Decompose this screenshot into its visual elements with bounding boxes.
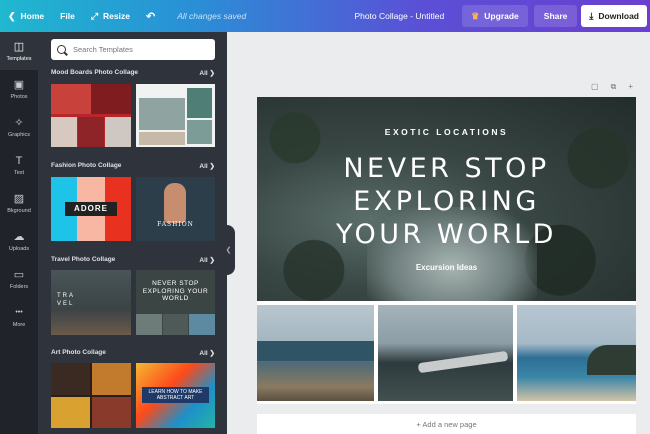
page-notes-icon[interactable]: ▢ — [591, 82, 599, 92]
rail-item-graphics[interactable]: ✧ Graphics — [0, 108, 38, 146]
resize-button[interactable]: ⤢ Resize — [83, 0, 138, 32]
thumb-text-never-stop: NEVER STOP EXPLORING YOUR WORLD — [142, 280, 209, 302]
template-thumb-travel-2[interactable]: NEVER STOP EXPLORING YOUR WORLD — [136, 270, 215, 335]
document-title[interactable]: Photo Collage - Untitled — [346, 0, 452, 32]
thumb-text-travel: TRA VEL — [57, 293, 75, 307]
upgrade-label: Upgrade — [484, 11, 519, 21]
template-thumb-art-1[interactable] — [51, 363, 131, 428]
template-thumb-fashion-1[interactable]: ADORE — [51, 177, 131, 241]
page-actions: ▢ ⧉ + — [591, 82, 633, 92]
hero-footer-text[interactable]: Excursion Ideas — [257, 263, 636, 272]
thumb-text-fashion: FASHION — [157, 221, 194, 228]
rail-label: Templates — [6, 55, 32, 62]
search-input[interactable] — [73, 45, 203, 54]
rail-item-templates[interactable]: ◫ Templates — [0, 32, 38, 70]
rail-label: Uploads — [8, 245, 30, 252]
rail-label: Folders — [9, 283, 29, 290]
hero-title[interactable]: NEVER STOP EXPLORING YOUR WORLD — [257, 152, 636, 251]
template-thumb-mood-2[interactable] — [136, 84, 215, 147]
section-all-link[interactable]: All ❯ — [199, 69, 215, 77]
template-thumb-travel-1[interactable]: TRA VEL — [51, 270, 131, 335]
section-all-link[interactable]: All ❯ — [199, 256, 215, 264]
rail-item-uploads[interactable]: ☁ Uploads — [0, 222, 38, 260]
hero-title-line: NEVER STOP — [343, 153, 550, 184]
template-thumb-mood-1[interactable] — [51, 84, 131, 147]
rail-item-folders[interactable]: ▭ Folders — [0, 260, 38, 298]
resize-icon: ⤢ — [90, 10, 99, 21]
rail-label: Graphics — [7, 131, 30, 138]
chevron-left-icon: ❮ — [225, 247, 232, 254]
resize-label: Resize — [103, 11, 130, 21]
thumb-text-adore: ADORE — [65, 202, 117, 216]
rail-item-photos[interactable]: ▣ Photos — [0, 70, 38, 108]
background-icon: ▨ — [13, 192, 25, 205]
section-title: Fashion Photo Collage — [51, 162, 122, 169]
folders-icon: ▭ — [13, 268, 25, 281]
rail-label: Text — [13, 169, 25, 176]
section-all-link[interactable]: All ❯ — [199, 162, 215, 170]
templates-icon: ◫ — [13, 40, 25, 53]
save-status: All changes saved — [177, 11, 247, 21]
section-title: Mood Boards Photo Collage — [51, 69, 139, 76]
share-button[interactable]: Share — [533, 5, 578, 27]
hero-title-line: YOUR WORLD — [336, 219, 557, 250]
crown-icon: ♛ — [471, 10, 480, 21]
section-title: Travel Photo Collage — [51, 256, 116, 263]
download-button[interactable]: ⤓ Download — [581, 5, 647, 27]
hero-photo[interactable]: EXOTIC LOCATIONS NEVER STOP EXPLORING YO… — [257, 97, 636, 301]
rail-item-more[interactable]: ••• More — [0, 298, 38, 336]
duplicate-page-icon[interactable]: ⧉ — [611, 82, 617, 92]
template-thumb-art-2[interactable]: LEARN HOW TO MAKE ABSTRACT ART — [136, 363, 215, 428]
section-header-art: Art Photo Collage All ❯ — [51, 349, 215, 357]
file-menu[interactable]: File — [52, 0, 83, 32]
photo-road[interactable] — [378, 305, 513, 401]
section-header-travel: Travel Photo Collage All ❯ — [51, 256, 215, 264]
search-box[interactable] — [51, 39, 215, 60]
hero-title-line: EXPLORING — [353, 186, 540, 217]
more-icon: ••• — [15, 308, 23, 316]
design-page[interactable]: EXOTIC LOCATIONS NEVER STOP EXPLORING YO… — [257, 97, 636, 404]
rail-label: Photos — [10, 93, 28, 100]
top-bar: ❮ Home File ⤢ Resize ↶ All changes saved… — [0, 0, 650, 32]
collapse-panel-handle[interactable]: ❮ — [222, 225, 235, 275]
thumb-text-learn-art: LEARN HOW TO MAKE ABSTRACT ART — [142, 387, 209, 403]
photos-icon: ▣ — [13, 78, 25, 91]
undo-icon: ↶ — [145, 10, 156, 23]
text-icon: T — [15, 154, 23, 167]
section-all-link[interactable]: All ❯ — [199, 349, 215, 357]
photo-coast[interactable] — [257, 305, 374, 401]
section-header-mood-boards: Mood Boards Photo Collage All ❯ — [51, 69, 215, 77]
undo-button[interactable]: ↶ — [138, 0, 163, 32]
home-label: Home — [20, 11, 45, 21]
rail-item-text[interactable]: T Text — [0, 146, 38, 184]
chevron-left-icon: ❮ — [8, 10, 16, 21]
uploads-icon: ☁ — [13, 230, 25, 243]
graphics-icon: ✧ — [14, 116, 24, 129]
upgrade-button[interactable]: ♛ Upgrade — [462, 5, 528, 27]
photo-beach[interactable] — [517, 305, 636, 401]
download-label: Download — [598, 11, 639, 21]
search-icon — [57, 45, 66, 54]
hero-subtitle[interactable]: EXOTIC LOCATIONS — [257, 127, 636, 137]
rail-label: Bkground — [7, 207, 31, 214]
side-rail: ◫ Templates ▣ Photos ✧ Graphics T Text ▨… — [0, 32, 38, 434]
add-page-icon[interactable]: + — [628, 82, 633, 92]
add-new-page-button[interactable]: + Add a new page — [257, 414, 636, 434]
section-title: Art Photo Collage — [51, 349, 106, 356]
templates-panel: Mood Boards Photo Collage All ❯ Fashion … — [38, 32, 227, 434]
rail-item-background[interactable]: ▨ Bkground — [0, 184, 38, 222]
rail-label: More — [12, 321, 26, 328]
template-thumb-fashion-2[interactable]: FASHION — [136, 177, 215, 241]
download-icon: ⤓ — [589, 10, 594, 21]
section-header-fashion: Fashion Photo Collage All ❯ — [51, 162, 215, 170]
home-button[interactable]: ❮ Home — [0, 0, 52, 32]
